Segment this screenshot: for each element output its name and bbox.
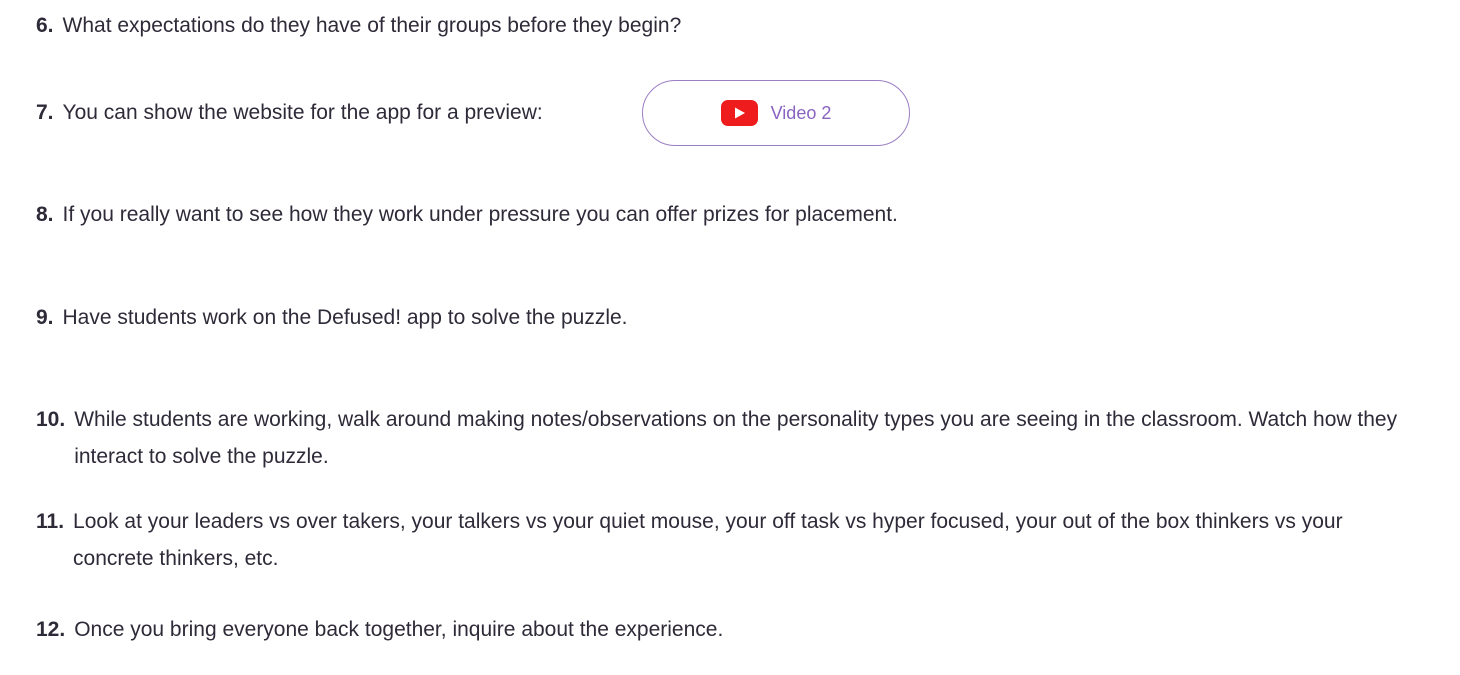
- step-text: While students are working, walk around …: [74, 408, 1398, 468]
- step-number: 8.: [36, 203, 54, 226]
- step-text: If you really want to see how they work …: [62, 203, 898, 226]
- list-item: 8. If you really want to see how they wo…: [36, 196, 1413, 233]
- step-number: 10.: [36, 408, 66, 431]
- step-number: 6.: [36, 14, 54, 37]
- list-item: 6. What expectations do they have of the…: [36, 7, 1413, 44]
- youtube-play-icon: [720, 100, 758, 126]
- step-text: Look at your leaders vs over takers, you…: [73, 510, 1343, 570]
- video-2-button[interactable]: Video 2: [642, 80, 910, 146]
- step-text: Once you bring everyone back together, i…: [74, 618, 724, 641]
- step-number: 12.: [36, 618, 66, 641]
- list-item: 9. Have students work on the Defused! ap…: [36, 299, 1413, 336]
- list-item: 11. Look at your leaders vs over takers,…: [36, 503, 1423, 577]
- step-text: What expectations do they have of their …: [62, 14, 682, 37]
- step-number: 9.: [36, 306, 54, 329]
- step-text: Have students work on the Defused! app t…: [62, 306, 628, 329]
- list-item: 10. While students are working, walk aro…: [36, 401, 1424, 475]
- video-button-content: Video 2: [720, 100, 832, 126]
- step-number: 11.: [36, 510, 65, 533]
- video-button-label: Video 2: [770, 102, 832, 123]
- step-number: 7.: [36, 101, 54, 124]
- list-item: 12. Once you bring everyone back togethe…: [36, 611, 1424, 648]
